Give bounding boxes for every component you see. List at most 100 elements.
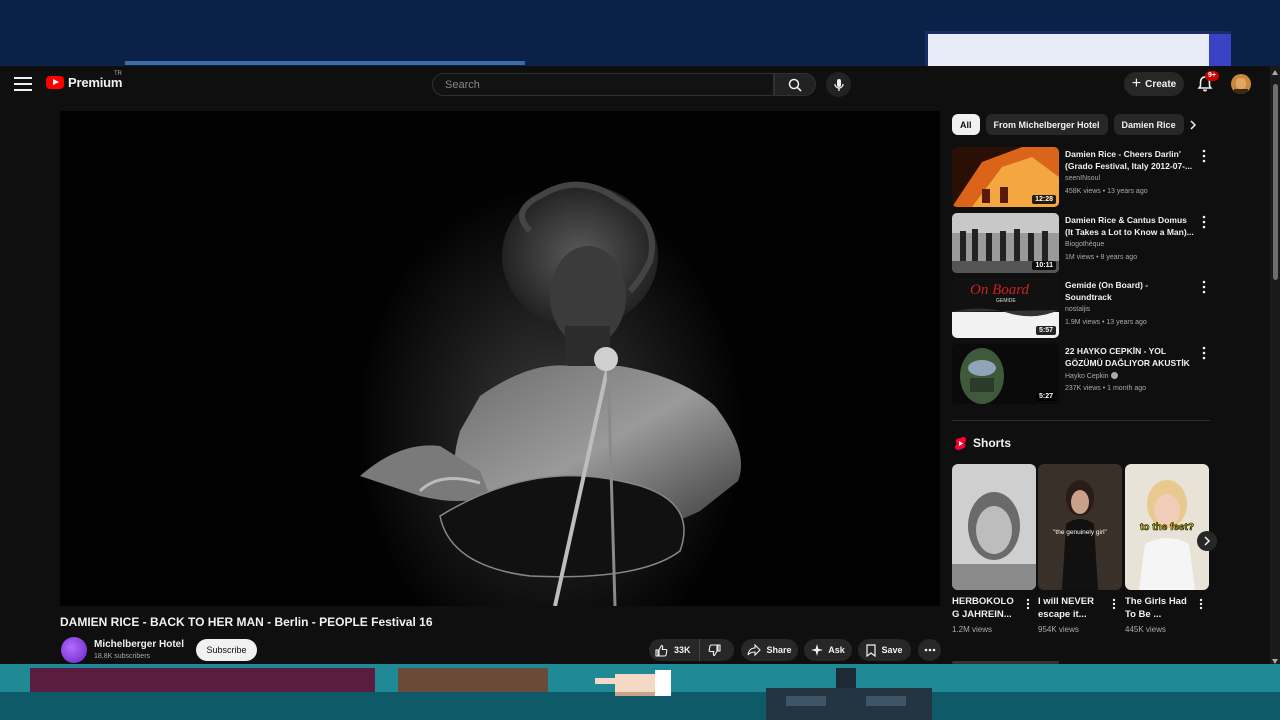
- video-duration: 5:27: [1035, 392, 1056, 401]
- recommendation-channel[interactable]: Biogothèque: [1065, 241, 1104, 248]
- short-item[interactable]: to the feet? The Girls Had To Be ... 445…: [1125, 464, 1209, 634]
- short-thumbnail-image: to the feet?: [1125, 464, 1209, 590]
- save-label: Save: [881, 645, 903, 655]
- scroll-up-arrow-icon[interactable]: [1272, 70, 1278, 75]
- short-title[interactable]: The Girls Had To Be ...: [1125, 595, 1195, 621]
- subscribe-button[interactable]: Subscribe: [196, 639, 257, 661]
- short-title[interactable]: I will NEVER escape it...: [1038, 595, 1108, 621]
- search-icon: [788, 78, 802, 92]
- pixel-robot-sprite: [766, 668, 932, 720]
- more-vertical-icon[interactable]: [1110, 598, 1118, 610]
- video-thumbnail[interactable]: 10:11: [952, 213, 1059, 273]
- short-item[interactable]: "the genuinely girl" I will NEVER escape…: [1038, 464, 1122, 634]
- voice-search-button[interactable]: [826, 72, 851, 97]
- short-title[interactable]: HERBOKOLO G JAHREIN...: [952, 595, 1022, 621]
- chip-damien-rice[interactable]: Damien Rice: [1113, 114, 1184, 135]
- search-input[interactable]: [433, 74, 777, 95]
- pixel-hand-sprite: [595, 670, 671, 696]
- recommendation-item[interactable]: 5:27 22 HAYKO CEPKİN - YOL GÖZÜMÜ DAĞLIY…: [952, 344, 1212, 404]
- chip-from-channel[interactable]: From Michelberger Hotel: [985, 114, 1108, 135]
- desktop-window-edge: [125, 61, 525, 65]
- recommendation-title[interactable]: 22 HAYKO CEPKİN - YOL GÖZÜMÜ DAĞLIYOR AK…: [1065, 345, 1195, 369]
- video-thumbnail[interactable]: 5:27: [952, 344, 1059, 404]
- chevron-right-icon: [1190, 120, 1197, 130]
- video-player[interactable]: [60, 111, 940, 606]
- ask-button[interactable]: Ask: [804, 639, 852, 661]
- page-scrollbar[interactable]: [1270, 66, 1280, 664]
- short-thumbnail[interactable]: "the genuinely girl": [1038, 464, 1122, 590]
- more-vertical-icon[interactable]: [1200, 280, 1208, 294]
- logo-country-code: TR: [114, 71, 122, 77]
- recommendation-channel[interactable]: Hayko Cepkin: [1065, 372, 1118, 380]
- like-button[interactable]: 33K: [649, 639, 700, 661]
- search-box: [432, 73, 777, 96]
- short-caption: "the genuinely girl": [1053, 529, 1107, 536]
- more-vertical-icon[interactable]: [1200, 346, 1208, 360]
- menu-icon[interactable]: [14, 75, 32, 93]
- short-caption: to the feet?: [1140, 522, 1194, 533]
- recommendation-title[interactable]: Damien Rice - Cheers Darlin' (Grado Fest…: [1065, 148, 1195, 172]
- recommendation-title[interactable]: Damien Rice & Cantus Domus (It Takes a L…: [1065, 214, 1195, 238]
- channel-name[interactable]: Michelberger Hotel: [94, 639, 184, 650]
- chips-next-button[interactable]: [1184, 116, 1202, 134]
- recommendation-meta: 1.9M views • 13 years ago: [1065, 319, 1147, 326]
- filter-chips: All From Michelberger Hotel Damien Rice: [952, 114, 1184, 136]
- thumbnail-caption: GEMIDE: [996, 298, 1016, 304]
- recommendation-title[interactable]: Gemide (On Board) - Soundtrack: [1065, 279, 1195, 303]
- notification-count-badge: 9+: [1205, 71, 1219, 81]
- short-views: 1.2M views: [952, 625, 993, 634]
- ask-label: Ask: [828, 645, 845, 655]
- channel-subscriber-count: 18.8K subscribers: [94, 653, 151, 660]
- recommendation-item[interactable]: On Board GEMIDE 5:57 Gemide (On Board) -…: [952, 278, 1212, 338]
- more-vertical-icon[interactable]: [1024, 598, 1032, 610]
- scroll-down-arrow-icon[interactable]: [1272, 659, 1278, 664]
- short-views: 445K views: [1125, 625, 1166, 634]
- top-bar: Premium TR + Create 9+: [0, 66, 1270, 102]
- create-button[interactable]: + Create: [1124, 72, 1184, 96]
- youtube-play-icon: [46, 76, 64, 89]
- recommendation-item[interactable]: 10:11 Damien Rice & Cantus Domus (It Tak…: [952, 213, 1212, 273]
- like-count: 33K: [674, 645, 691, 655]
- recommendation-meta: 458K views • 13 years ago: [1065, 188, 1148, 195]
- search-button[interactable]: [774, 73, 816, 96]
- shorts-next-button[interactable]: [1197, 531, 1217, 551]
- recommendation-item[interactable]: 12:28 Damien Rice - Cheers Darlin' (Grad…: [952, 147, 1212, 207]
- video-thumbnail[interactable]: 12:28: [952, 147, 1059, 207]
- plus-icon: +: [1131, 75, 1142, 92]
- short-thumbnail-image: "the genuinely girl": [1038, 464, 1122, 590]
- video-thumbnail[interactable]: On Board GEMIDE 5:57: [952, 278, 1059, 338]
- sparkle-icon: [811, 644, 824, 656]
- chevron-right-icon: [1204, 536, 1211, 546]
- bookmark-icon: [866, 643, 877, 657]
- recommendation-channel[interactable]: seenINsoul: [1065, 175, 1100, 182]
- more-vertical-icon[interactable]: [1200, 215, 1208, 229]
- account-avatar[interactable]: [1231, 74, 1251, 94]
- more-vertical-icon[interactable]: [1200, 149, 1208, 163]
- share-arrow-icon: [747, 644, 762, 656]
- youtube-premium-logo[interactable]: Premium TR: [46, 71, 122, 90]
- create-label: Create: [1145, 78, 1177, 90]
- video-duration: 12:28: [1032, 195, 1056, 204]
- short-thumbnail[interactable]: [952, 464, 1036, 590]
- more-vertical-icon[interactable]: [1197, 598, 1205, 610]
- youtube-window: Premium TR + Create 9+: [0, 66, 1280, 664]
- short-views: 954K views: [1038, 625, 1079, 634]
- dislike-button[interactable]: [700, 643, 729, 657]
- recommendation-channel[interactable]: nostaljis: [1065, 306, 1090, 313]
- more-actions-button[interactable]: [918, 639, 941, 661]
- chip-all[interactable]: All: [952, 114, 980, 135]
- next-section-preview: [952, 661, 1059, 664]
- short-thumbnail[interactable]: to the feet?: [1125, 464, 1209, 590]
- video-frame-performer: [360, 181, 742, 606]
- recommendation-meta: 1M views • 8 years ago: [1065, 254, 1138, 261]
- save-button[interactable]: Save: [858, 639, 911, 661]
- microphone-icon: [833, 78, 844, 91]
- short-item[interactable]: HERBOKOLO G JAHREIN... 1.2M views: [952, 464, 1036, 634]
- channel-avatar[interactable]: [61, 637, 87, 663]
- thumbs-down-icon: [708, 643, 721, 656]
- scrollbar-thumb[interactable]: [1273, 84, 1278, 280]
- desktop-pixel-block: [30, 668, 375, 692]
- shorts-logo-icon: [955, 437, 966, 450]
- desktop-pixel-window: [925, 31, 1231, 70]
- share-button[interactable]: Share: [741, 639, 798, 661]
